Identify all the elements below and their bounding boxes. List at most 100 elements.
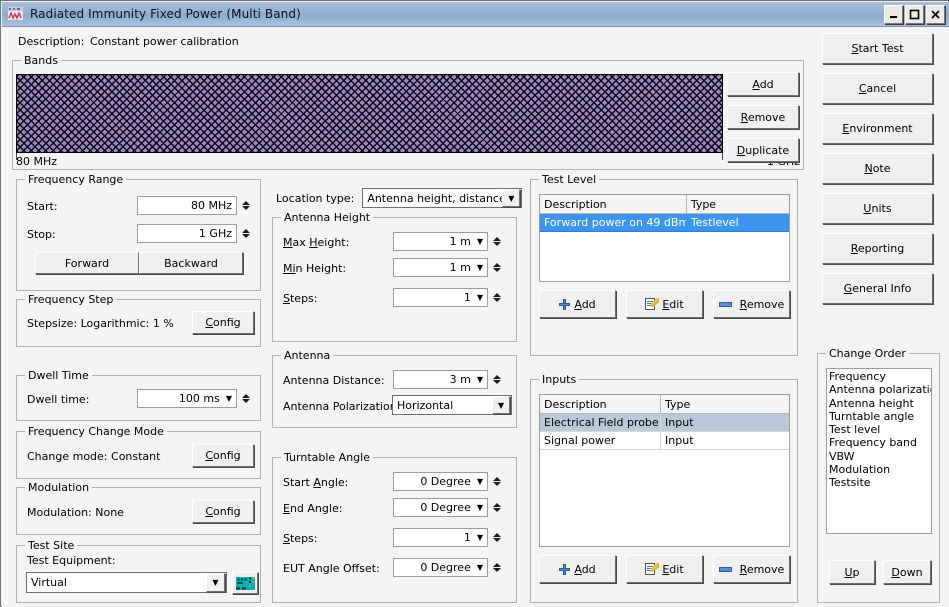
modulation-config-button[interactable]: Config: [192, 500, 254, 523]
general-info-button[interactable]: General Info: [822, 273, 933, 304]
window-title: Radiated Immunity Fixed Power (Multi Ban…: [30, 7, 301, 21]
waveform-icon: [7, 6, 25, 22]
list-item[interactable]: Frequency band: [829, 436, 931, 449]
min-height-value: 1 m: [449, 261, 471, 274]
min-height-input[interactable]: 1 m ▼: [393, 258, 488, 277]
change-order-listbox[interactable]: Frequency Antenna polarization Antenna h…: [826, 368, 932, 534]
stop-frequency-input[interactable]: 1 GHz: [137, 224, 237, 243]
end-angle-label: End Angle:: [283, 502, 343, 515]
backward-button[interactable]: Backward: [139, 252, 243, 274]
bands-duplicate-button[interactable]: Duplicate: [727, 138, 799, 162]
end-angle-chevron-down-icon[interactable]: ▼: [477, 503, 483, 512]
antenna-height-steps-input[interactable]: 1 ▼: [393, 288, 488, 307]
test-site-group: Test Site Test Equipment: Virtual ▼: [16, 539, 261, 603]
test-site-title: Test Site: [25, 539, 78, 552]
test-equipment-value: Virtual: [31, 576, 67, 589]
dwell-time-input[interactable]: 100 ms ▼: [137, 389, 237, 408]
test-level-row-description: Forward power on 49 dBm: [540, 214, 687, 232]
inputs-remove-button[interactable]: Remove: [713, 555, 790, 583]
edit-icon: [645, 298, 660, 310]
test-equipment-select[interactable]: Virtual ▼: [26, 572, 227, 593]
max-height-value: 1 m: [449, 235, 471, 248]
location-type-chevron-down-icon[interactable]: ▼: [502, 189, 521, 207]
test-level-title: Test Level: [539, 173, 600, 186]
start-frequency-spinner[interactable]: [240, 196, 251, 215]
test-level-col-type: Type: [690, 197, 717, 211]
turntable-steps-input[interactable]: 1 ▼: [393, 528, 488, 547]
antenna-height-steps-spinner[interactable]: [491, 288, 502, 307]
test-level-grid-header: Description Type: [540, 195, 789, 214]
inputs-edit-button[interactable]: Edit: [626, 555, 703, 583]
eut-angle-offset-input[interactable]: 0 Degree ▼: [393, 558, 488, 577]
equipment-icon: [235, 576, 255, 590]
max-height-spinner[interactable]: [491, 232, 502, 251]
list-item[interactable]: Turntable angle: [829, 410, 931, 423]
antenna-distance-chevron-down-icon[interactable]: ▼: [477, 375, 483, 384]
close-button[interactable]: [926, 5, 945, 24]
inputs-col-type: Type: [665, 397, 691, 411]
antenna-polarization-label: Antenna Polarization:: [283, 400, 401, 413]
start-angle-spinner[interactable]: [491, 472, 502, 491]
list-item[interactable]: Antenna polarization: [829, 383, 931, 396]
stop-frequency-spinner[interactable]: [240, 224, 251, 243]
dwell-time-chevron-down-icon[interactable]: ▼: [226, 394, 232, 403]
cancel-button[interactable]: Cancel: [822, 73, 933, 104]
list-item[interactable]: Frequency: [829, 370, 931, 383]
antenna-polarization-select[interactable]: Horizontal ▼: [392, 395, 512, 415]
start-angle-chevron-down-icon[interactable]: ▼: [477, 477, 483, 486]
test-equipment-browse-button[interactable]: [232, 572, 258, 594]
reporting-button[interactable]: Reporting: [822, 233, 933, 264]
list-item[interactable]: VBW: [829, 450, 931, 463]
dwell-time-spinner[interactable]: [240, 389, 251, 408]
table-row[interactable]: Signal power Input: [540, 432, 789, 450]
antenna-distance-spinner[interactable]: [491, 370, 502, 389]
eut-angle-offset-spinner[interactable]: [491, 558, 502, 577]
min-height-spinner[interactable]: [491, 258, 502, 277]
start-test-button[interactable]: Start Test: [822, 33, 933, 64]
start-angle-label: Start Angle:: [283, 476, 349, 489]
environment-button[interactable]: Environment: [822, 113, 933, 144]
table-row[interactable]: Electrical Field probe 1 Input: [540, 414, 789, 432]
location-type-select[interactable]: Antenna height, distance, po ▼: [362, 188, 523, 208]
test-level-add-button[interactable]: Add: [539, 290, 616, 318]
start-angle-input[interactable]: 0 Degree ▼: [393, 472, 488, 491]
test-level-remove-button[interactable]: Remove: [713, 290, 790, 318]
change-order-up-button[interactable]: Up: [829, 560, 875, 584]
list-item[interactable]: Test level: [829, 423, 931, 436]
list-item[interactable]: Testsite: [829, 476, 931, 489]
inputs-grid[interactable]: Description Type Electrical Field probe …: [539, 394, 790, 547]
units-button[interactable]: Units: [822, 193, 933, 224]
test-equipment-chevron-down-icon[interactable]: ▼: [206, 573, 225, 592]
list-item[interactable]: Modulation: [829, 463, 931, 476]
end-angle-spinner[interactable]: [491, 498, 502, 517]
start-angle-value: 0 Degree: [420, 475, 471, 488]
min-height-chevron-down-icon[interactable]: ▼: [477, 263, 483, 272]
test-level-grid[interactable]: Description Type Forward power on 49 dBm…: [539, 194, 790, 282]
bands-remove-button[interactable]: Remove: [727, 105, 799, 129]
turntable-steps-chevron-down-icon[interactable]: ▼: [477, 533, 483, 542]
maximize-button[interactable]: [905, 5, 924, 24]
turntable-steps-spinner[interactable]: [491, 528, 502, 547]
end-angle-input[interactable]: 0 Degree ▼: [393, 498, 488, 517]
frequency-change-mode-config-button[interactable]: Config: [192, 444, 254, 467]
antenna-height-steps-chevron-down-icon[interactable]: ▼: [477, 293, 483, 302]
eut-angle-offset-chevron-down-icon[interactable]: ▼: [477, 563, 483, 572]
frequency-step-config-button[interactable]: Config: [192, 311, 254, 334]
start-frequency-input[interactable]: 80 MHz: [137, 196, 237, 215]
table-row[interactable]: Forward power on 49 dBm Testlevel: [540, 214, 789, 232]
minimize-button[interactable]: [884, 5, 903, 24]
bands-strip[interactable]: [16, 74, 723, 153]
antenna-distance-input[interactable]: 3 m ▼: [393, 370, 488, 389]
inputs-add-button[interactable]: Add: [539, 555, 616, 583]
max-height-chevron-down-icon[interactable]: ▼: [477, 237, 483, 246]
bands-add-button[interactable]: Add: [727, 72, 799, 96]
test-level-edit-button[interactable]: Edit: [626, 290, 703, 318]
note-button[interactable]: Note: [822, 153, 933, 184]
forward-button[interactable]: Forward: [35, 252, 139, 274]
list-item[interactable]: Antenna height: [829, 397, 931, 410]
max-height-input[interactable]: 1 m ▼: [393, 232, 488, 251]
modulation-group: Modulation Modulation: None Config: [16, 481, 261, 535]
change-order-down-button[interactable]: Down: [883, 560, 931, 584]
dwell-time-title: Dwell Time: [25, 369, 92, 382]
antenna-polarization-chevron-down-icon[interactable]: ▼: [492, 396, 510, 414]
